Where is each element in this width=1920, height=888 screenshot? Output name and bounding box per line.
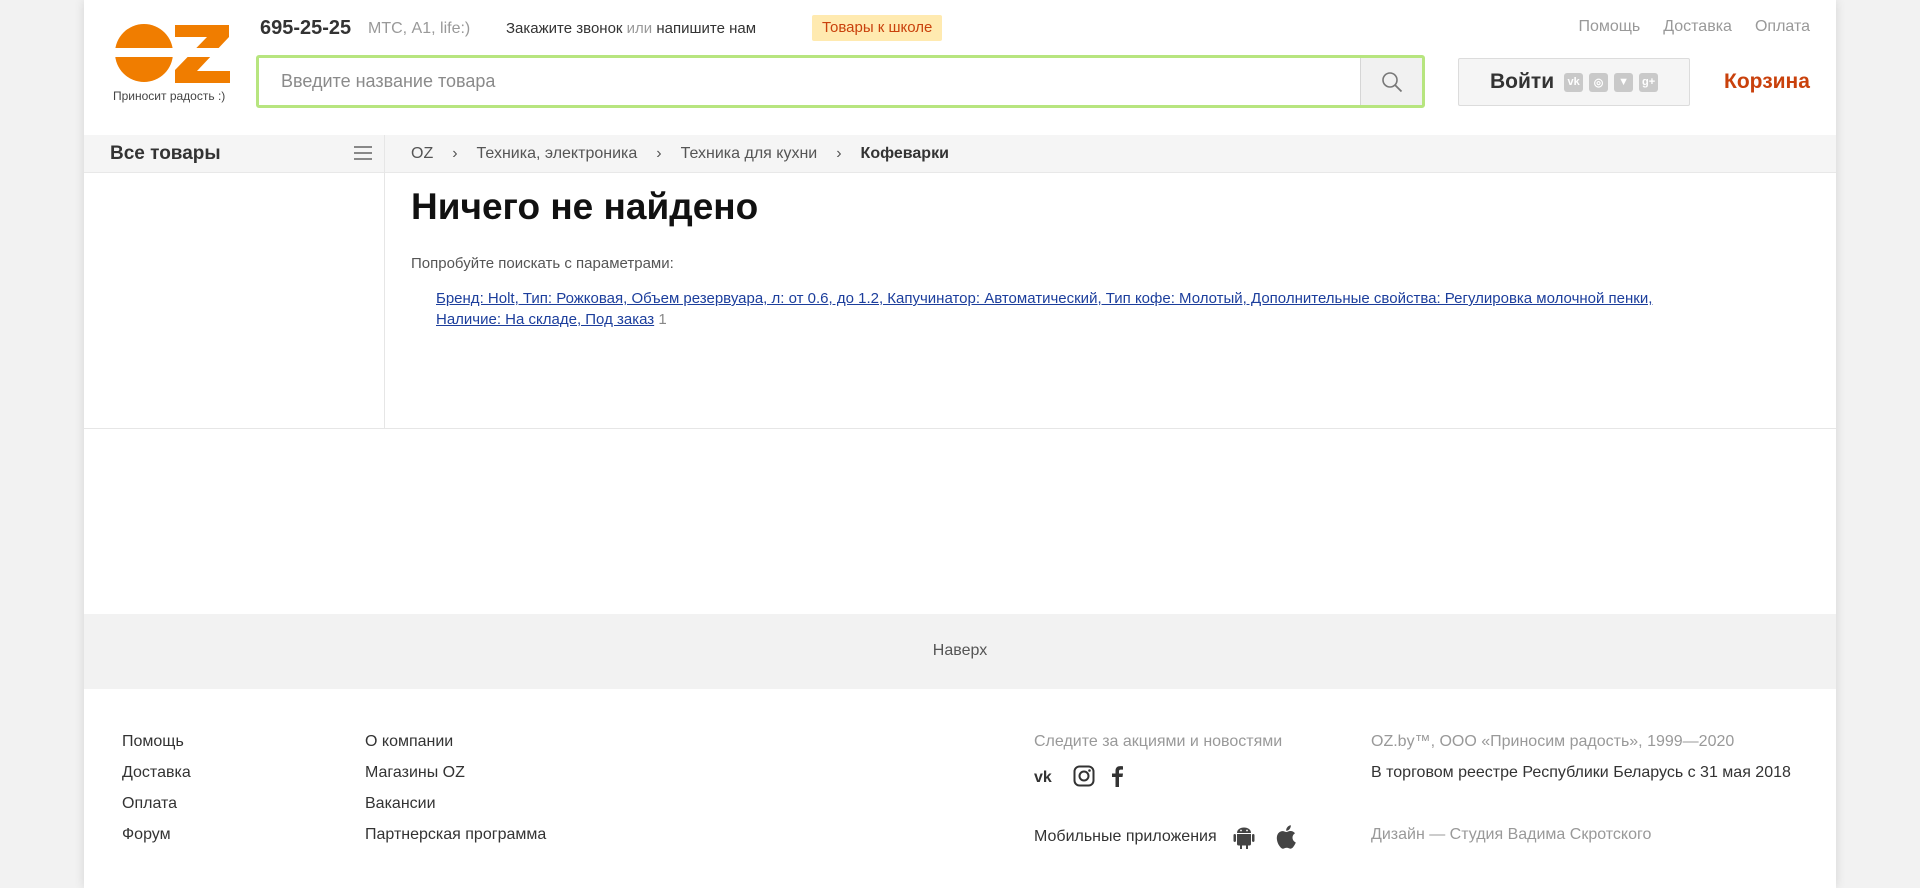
catalog-bar — [84, 135, 1836, 173]
mailru-icon[interactable]: ▼ — [1614, 72, 1634, 92]
cart-link[interactable]: Корзина — [1724, 70, 1810, 94]
follow-label: Следите за акциями и новостями — [1034, 733, 1283, 750]
top-link-payment[interactable]: Оплата — [1755, 18, 1810, 36]
login-button[interactable]: Войти vk ◎ ▼ g+ — [1458, 58, 1690, 106]
trade-registry: В торговом реестре Республики Беларусь с… — [1371, 764, 1791, 781]
copyright: OZ.by™, ООО «Приносим радость», 1999—202… — [1371, 733, 1735, 750]
oz-logo-mark — [113, 24, 231, 83]
design-credit[interactable]: Дизайн — Студия Вадима Скротского — [1371, 826, 1651, 844]
all-goods-title[interactable]: Все товары — [110, 143, 221, 165]
mobile-apps-label: Мобильные приложения — [1034, 828, 1217, 845]
footer-link[interactable]: Вакансии — [365, 795, 546, 826]
sidebar-divider — [384, 135, 385, 428]
to-top-bar: Наверх — [84, 614, 1836, 689]
school-goods-badge[interactable]: Товары к школе — [812, 15, 943, 41]
callback-block: Закажите звонок или напишите нам — [506, 20, 756, 37]
footer-link[interactable]: Партнерская программа — [365, 826, 546, 857]
footer-col-company: О компании Магазины OZ Вакансии Партнерс… — [365, 733, 546, 857]
footer-link[interactable]: Помощь — [122, 733, 191, 764]
suggestion-count: 1 — [658, 311, 667, 328]
write-us-link[interactable]: напишите нам — [656, 20, 756, 37]
mobile-apps: Мобильные приложения — [1034, 825, 1297, 849]
breadcrumb-item[interactable]: OZ — [411, 145, 433, 163]
footer-col-help: Помощь Доставка Оплата Форум — [122, 733, 191, 857]
search-box — [256, 55, 1425, 108]
order-call-link[interactable]: Закажите звонок — [506, 20, 622, 37]
phone-operators: МТС, A1, life:) — [368, 20, 471, 37]
breadcrumb-item[interactable]: Техника, электроника — [477, 145, 638, 163]
breadcrumb-separator: › — [836, 145, 842, 162]
breadcrumb-separator: › — [656, 145, 662, 162]
page-title: Ничего не найдено — [411, 186, 759, 227]
apple-icon[interactable] — [1275, 825, 1297, 849]
suggestion-link[interactable]: Бренд: Holt, Тип: Рожковая, Объем резерв… — [436, 290, 1652, 328]
instagram-icon[interactable] — [1073, 765, 1095, 787]
footer-link[interactable]: О компании — [365, 733, 546, 764]
to-top-link[interactable]: Наверх — [84, 642, 1836, 660]
hamburger-menu-icon[interactable] — [354, 146, 372, 160]
search-button[interactable] — [1360, 58, 1422, 105]
oz-logo[interactable]: Приносит радость :) — [113, 23, 241, 107]
callback-or-text: или — [626, 20, 653, 37]
content-divider — [84, 428, 1836, 429]
breadcrumb: OZ › Техника, электроника › Техника для … — [411, 145, 949, 163]
svg-text:vk: vk — [1034, 769, 1052, 784]
search-hint: Попробуйте поискать с параметрами: — [411, 255, 674, 272]
android-icon[interactable] — [1233, 825, 1255, 849]
odnoklassniki-icon[interactable]: ◎ — [1589, 72, 1609, 92]
breadcrumb-current: Кофеварки — [860, 145, 949, 162]
footer-link[interactable]: Форум — [122, 826, 191, 857]
breadcrumb-separator: › — [452, 145, 458, 162]
footer-link[interactable]: Магазины OZ — [365, 764, 546, 795]
top-link-help[interactable]: Помощь — [1578, 18, 1640, 36]
top-links: Помощь Доставка Оплата — [1578, 18, 1810, 36]
footer-link[interactable]: Доставка — [122, 764, 191, 795]
vk-icon[interactable]: vk — [1564, 72, 1584, 92]
footer-link[interactable]: Оплата — [122, 795, 191, 826]
vk-icon[interactable]: vk — [1034, 768, 1058, 784]
login-label: Войти — [1490, 70, 1555, 93]
search-icon — [1381, 71, 1402, 92]
top-link-delivery[interactable]: Доставка — [1663, 18, 1732, 36]
page: Приносит радость :) 695-25-25 МТС, A1, l… — [84, 0, 1836, 888]
google-plus-icon[interactable]: g+ — [1639, 72, 1659, 92]
logo-slogan: Приносит радость :) — [113, 89, 226, 103]
phone-number[interactable]: 695-25-25 — [260, 17, 351, 40]
social-links: vk — [1034, 765, 1124, 787]
suggestion-item: Бренд: Holt, Тип: Рожковая, Объем резерв… — [436, 288, 1836, 330]
search-input[interactable] — [259, 58, 1369, 105]
facebook-icon[interactable] — [1110, 765, 1124, 787]
breadcrumb-item[interactable]: Техника для кухни — [681, 145, 818, 163]
